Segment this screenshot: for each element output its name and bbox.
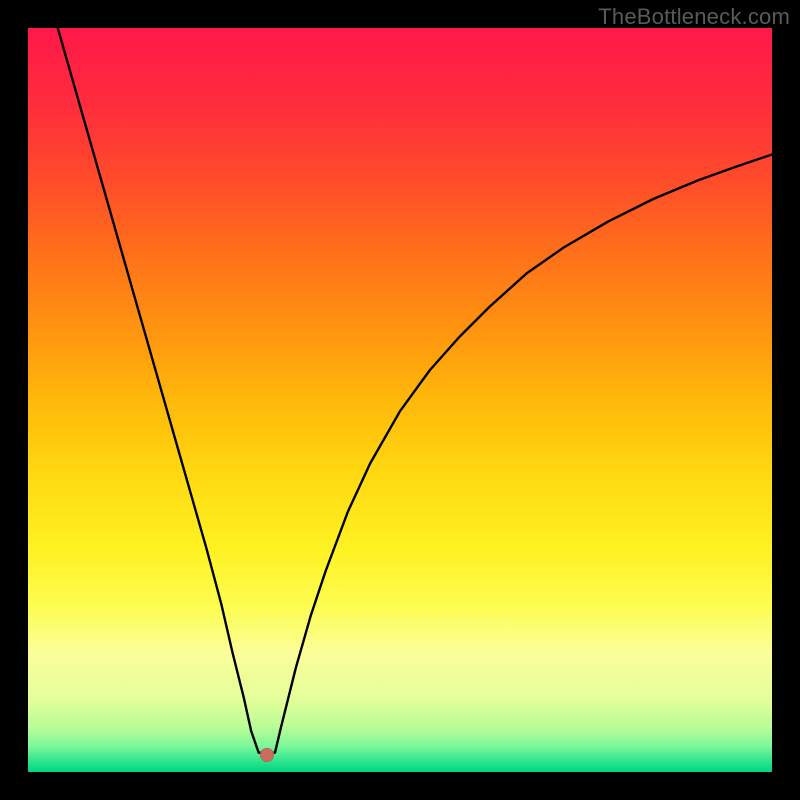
plot-area: [28, 28, 772, 772]
watermark-text: TheBottleneck.com: [598, 4, 790, 30]
optimum-marker: [260, 748, 274, 762]
curve: [28, 28, 772, 772]
chart-frame: TheBottleneck.com: [0, 0, 800, 800]
